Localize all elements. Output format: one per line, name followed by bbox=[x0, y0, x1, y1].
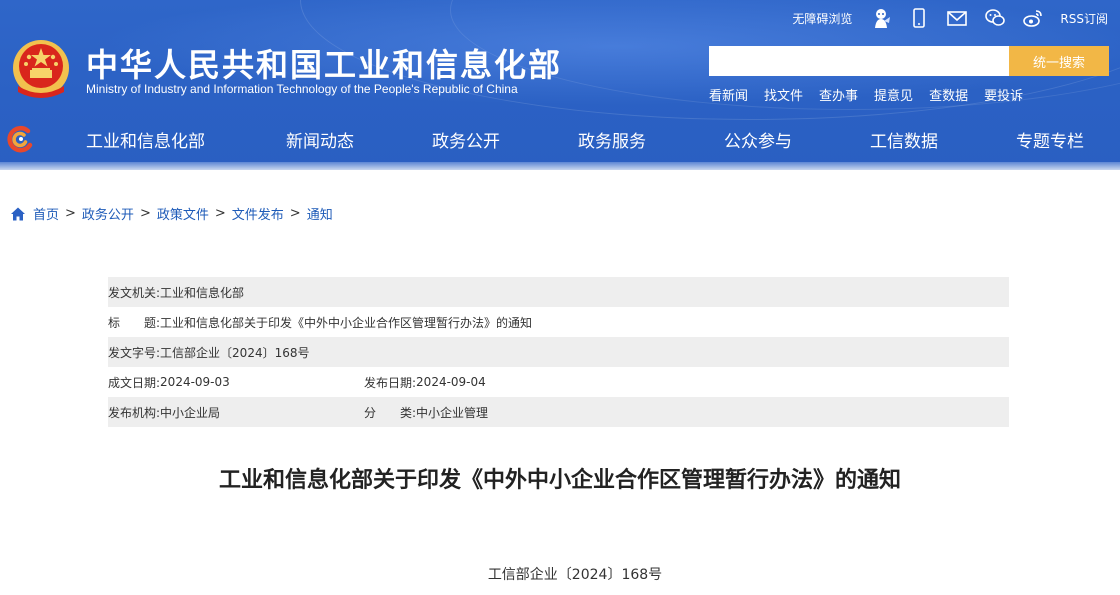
breadcrumb: 首页 > 政务公开 > 政策文件 > 文件发布 > 通知 bbox=[10, 204, 333, 223]
mobile-icon[interactable] bbox=[908, 7, 930, 29]
breadcrumb-home[interactable]: 首页 bbox=[33, 204, 59, 223]
nav-item-news[interactable]: 新闻动态 bbox=[286, 127, 354, 152]
created-date-value: 2024-09-03 bbox=[160, 375, 230, 389]
published-date-label: 发布日期: bbox=[364, 375, 417, 390]
doc-number-label: 发文字号: bbox=[108, 345, 161, 360]
breadcrumb-file-release[interactable]: 文件发布 bbox=[232, 204, 284, 223]
category-cell: 分 类: 中小企业管理 bbox=[364, 404, 488, 421]
doc-number-value: 工信部企业〔2024〕168号 bbox=[160, 345, 310, 360]
org-cell: 发布机构: 中小企业局 bbox=[108, 404, 364, 421]
issuer-value: 工业和信息化部 bbox=[160, 285, 245, 300]
nav-item-data[interactable]: 工信数据 bbox=[870, 127, 938, 152]
breadcrumb-separator: > bbox=[65, 206, 76, 221]
article-doc-number: 工信部企业〔2024〕168号 bbox=[487, 567, 663, 583]
nav-shadow bbox=[0, 162, 1120, 170]
quick-link-data[interactable]: 查数据 bbox=[929, 85, 968, 104]
miit-logo-icon[interactable] bbox=[6, 124, 36, 154]
weibo-icon[interactable] bbox=[1022, 7, 1044, 29]
breadcrumb-separator: > bbox=[289, 206, 301, 221]
title-label: 标 题: bbox=[108, 315, 161, 330]
nav-item-topics[interactable]: 专题专栏 bbox=[1016, 127, 1084, 152]
rss-subscribe-link[interactable]: RSS订阅 bbox=[1060, 10, 1108, 27]
quick-link-news[interactable]: 看新闻 bbox=[709, 85, 748, 104]
breadcrumb-separator: > bbox=[214, 206, 226, 221]
created-date-cell: 成文日期: 2024-09-03 bbox=[108, 374, 364, 391]
info-row-org-category: 发布机构: 中小企业局 分 类: 中小企业管理 bbox=[108, 397, 1009, 427]
category-label: 分 类: bbox=[364, 405, 417, 420]
wechat-icon[interactable] bbox=[984, 7, 1006, 29]
category-value: 中小企业管理 bbox=[416, 405, 489, 420]
quick-link-feedback[interactable]: 提意见 bbox=[874, 85, 913, 104]
accessible-browse-link[interactable]: 无障碍浏览 bbox=[792, 10, 852, 27]
nav-item-miit[interactable]: 工业和信息化部 bbox=[86, 127, 205, 152]
quick-link-complaint[interactable]: 要投诉 bbox=[984, 85, 1023, 104]
title-value: 工业和信息化部关于印发《中外中小企业合作区管理暂行办法》的通知 bbox=[160, 315, 533, 330]
document-info-table: 发文机关: 工业和信息化部 标 题: 工业和信息化部关于印发《中外中小企业合作区… bbox=[108, 277, 1009, 427]
info-row-title: 标 题: 工业和信息化部关于印发《中外中小企业合作区管理暂行办法》的通知 bbox=[108, 307, 1009, 337]
nav-item-gov-affairs[interactable]: 政务公开 bbox=[432, 127, 500, 152]
mail-icon[interactable] bbox=[946, 7, 968, 29]
site-subtitle: Ministry of Industry and Information Tec… bbox=[86, 82, 518, 96]
article-title: 工业和信息化部关于印发《中外中小企业合作区管理暂行办法》的通知 bbox=[218, 468, 901, 493]
created-date-label: 成文日期: bbox=[108, 375, 161, 390]
breadcrumb-policy-files[interactable]: 政策文件 bbox=[157, 204, 209, 223]
home-icon[interactable] bbox=[10, 206, 26, 222]
quick-link-files[interactable]: 找文件 bbox=[764, 85, 803, 104]
breadcrumb-notice[interactable]: 通知 bbox=[307, 204, 333, 223]
published-date-cell: 发布日期: 2024-09-04 bbox=[364, 374, 486, 391]
header-utilities: 无障碍浏览 RSS订阅 bbox=[792, 6, 1108, 30]
breadcrumb-separator: > bbox=[139, 206, 151, 221]
quick-link-services[interactable]: 查办事 bbox=[819, 85, 858, 104]
search-input[interactable] bbox=[709, 46, 1009, 76]
search-bar: 统一搜索 bbox=[709, 46, 1109, 76]
issuer-label: 发文机关: bbox=[108, 285, 161, 300]
org-value: 中小企业局 bbox=[160, 405, 221, 420]
national-emblem-icon bbox=[13, 40, 69, 98]
info-row-dates: 成文日期: 2024-09-03 发布日期: 2024-09-04 bbox=[108, 367, 1009, 397]
main-nav: 工业和信息化部 新闻动态 政务公开 政务服务 公众参与 工信数据 专题专栏 bbox=[0, 116, 1120, 162]
org-label: 发布机构: bbox=[108, 405, 161, 420]
info-row-issuer: 发文机关: 工业和信息化部 bbox=[108, 277, 1009, 307]
quick-links: 看新闻 找文件 查办事 提意见 查数据 要投诉 bbox=[709, 85, 1039, 104]
unified-search-button[interactable]: 统一搜索 bbox=[1009, 46, 1109, 76]
nav-item-gov-services[interactable]: 政务服务 bbox=[578, 127, 646, 152]
published-date-value: 2024-09-04 bbox=[416, 375, 486, 389]
robot-icon[interactable] bbox=[870, 7, 892, 29]
site-header: 无障碍浏览 RSS订阅 中华人民共和国工业和信息化部 Ministry of I… bbox=[0, 0, 1120, 170]
nav-item-public-participation[interactable]: 公众参与 bbox=[724, 127, 792, 152]
site-title[interactable]: 中华人民共和国工业和信息化部 bbox=[86, 40, 562, 86]
breadcrumb-gov-affairs[interactable]: 政务公开 bbox=[82, 204, 134, 223]
info-row-doc-number: 发文字号: 工信部企业〔2024〕168号 bbox=[108, 337, 1009, 367]
